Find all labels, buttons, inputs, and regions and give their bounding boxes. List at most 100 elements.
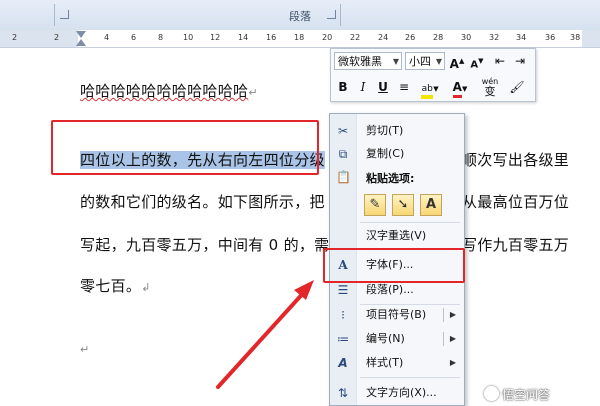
paste-text-only-button[interactable]: A [420,194,442,216]
watermark: 悟空问答 [484,386,550,403]
ruler-number: 2 [12,33,18,42]
scissors-icon: ✂ [337,124,349,138]
text-line-4-left: 写起，九百零五万，中间有 0 的，需 [80,236,330,254]
chevron-right-icon: ▶ [449,358,456,367]
bold-button[interactable]: B [335,77,351,97]
menu-item-copy[interactable]: ⧉ 复制(C) [330,143,464,165]
ruler-number: 24 [378,33,389,42]
ruler-number: 4 [104,33,110,42]
italic-button[interactable]: I [355,77,371,97]
ruler-number: 38 [570,33,581,42]
ruler-number: 26 [405,33,416,42]
text-line-4-right: 写作九百零五万 [462,236,570,254]
shrink-font-button[interactable]: A▼ [469,52,485,70]
phonetic-guide-button[interactable]: wén 变 [479,77,501,97]
menu-item-numbering[interactable]: ≔ 编号(N) ▶ [330,328,464,350]
ruler-number: 30 [461,33,472,42]
menu-item-label: 样式(T) [366,356,404,369]
ruler-number: 20 [322,33,333,42]
line1-text: 哈哈哈哈哈哈哈哈哈哈哈 [80,82,249,100]
paragraph-mark: ↲ [141,281,151,294]
increase-indent-icon: ⇥ [514,54,526,68]
clipboard-icon: 📋 [336,170,351,184]
font-color-button[interactable]: A▼ [447,77,473,98]
menu-item-text-direction[interactable]: ⇅ 文字方向(X)... [330,382,464,404]
text-line-5: 零七百。↲ [80,275,151,296]
grow-font-icon: A [449,57,459,71]
menu-item-styles[interactable]: A 样式(T) ▶ [330,352,464,374]
text-line-2-rest: 顺次写出各级里 [462,151,570,169]
font-size-select[interactable]: 小四 ▼ [405,52,445,70]
increase-indent-button[interactable]: ⇥ [511,52,529,70]
underline-button[interactable]: U [375,77,391,97]
menu-item-label: 编号(N) [366,332,405,345]
chevron-down-icon: ▼ [392,57,399,66]
ribbon-separator [340,4,341,26]
paragraph-group-title: 段落 [289,10,311,23]
paragraph-dialog-launcher-icon[interactable] [327,10,336,19]
ribbon-group-header: 段落 [0,0,600,31]
font-name-select[interactable]: 微软雅黑 ▼ [334,52,402,70]
ruler-right-margin [582,30,600,47]
paste-merge-formatting-icon: ➘ [397,197,409,212]
styles-icon: A [338,356,348,370]
ruler-number: 36 [545,33,556,42]
ruler-number: 8 [158,33,164,42]
menu-item-reconvert[interactable]: 汉字重选(V) [330,225,464,247]
horizontal-ruler[interactable]: 2 2 4 6 8 10 12 14 16 18 20 22 24 26 28 … [0,30,600,48]
text-line-3-left: 的数和它们的级名。如下图所示，把 [80,193,325,211]
ruler-number: 22 [350,33,361,42]
highlight-color-button[interactable]: ab▼ [417,77,443,99]
first-line-indent-marker[interactable] [76,31,86,38]
menu-item-label: 汉字重选(V) [366,229,427,242]
paste-keep-formatting-icon: ✎ [369,197,381,212]
bullet-list-icon: ⁝ [341,308,345,322]
paste-keep-source-button[interactable]: ✎ [364,194,386,216]
menu-item-label: 复制(C) [366,147,405,160]
shrink-font-icon: A [470,59,479,71]
menu-divider [360,377,460,378]
numbered-list-icon: ≔ [337,332,349,346]
ruler-number: 12 [210,33,221,42]
paragraph-icon: ☰ [337,283,349,297]
decrease-indent-button[interactable]: ⇤ [491,52,509,70]
ruler-number: 10 [183,33,194,42]
font-color-icon: A [452,80,462,98]
ruler-number: 2 [54,33,60,42]
ruler-number: 6 [131,33,137,42]
paragraph-mark: ↵ [248,86,258,99]
ruler-number: 34 [516,33,527,42]
menu-item-cut[interactable]: ✂ 剪切(T) [330,120,464,142]
ruler-number: 28 [433,33,444,42]
paste-merge-formatting-button[interactable]: ➘ [392,194,414,216]
chevron-right-icon: ▶ [449,310,456,319]
paste-options-label: 粘贴选项: [366,172,415,185]
align-center-icon: ≡ [398,80,410,94]
menu-divider [360,222,460,223]
hanging-indent-marker[interactable] [76,39,86,46]
grow-font-button[interactable]: A▲ [449,52,465,71]
format-painter-button[interactable]: 🖌 [507,77,527,97]
line5-text: 零七百。 [80,277,142,295]
ruler-number: 18 [294,33,305,42]
selection-highlight-box [51,120,319,175]
menu-item-bullets[interactable]: ⁝ 项目符号(B) ▶ [330,304,464,326]
split-separator [443,308,444,322]
menu-item-label: 剪切(T) [366,124,404,137]
ruler-number: 16 [266,33,277,42]
menu-item-label: 文字方向(X)... [366,386,437,399]
copy-icon: ⧉ [338,147,348,161]
chevron-down-icon: ▼ [435,57,442,66]
ruler-number: 32 [489,33,500,42]
font-size-value: 小四 [409,55,431,68]
highlighter-icon: ab [421,84,434,99]
empty-paragraph-mark: ↵ [80,343,90,356]
chevron-right-icon: ▶ [449,334,456,343]
text-line-1: 哈哈哈哈哈哈哈哈哈哈哈↵ [80,80,258,101]
center-align-button[interactable]: ≡ [395,77,413,97]
watermark-text: 悟空问答 [502,388,551,402]
watermark-logo-icon [484,386,499,401]
font-name-value: 微软雅黑 [338,55,382,68]
menu-item-label: 项目符号(B) [366,308,427,321]
decrease-indent-icon: ⇤ [494,54,506,68]
